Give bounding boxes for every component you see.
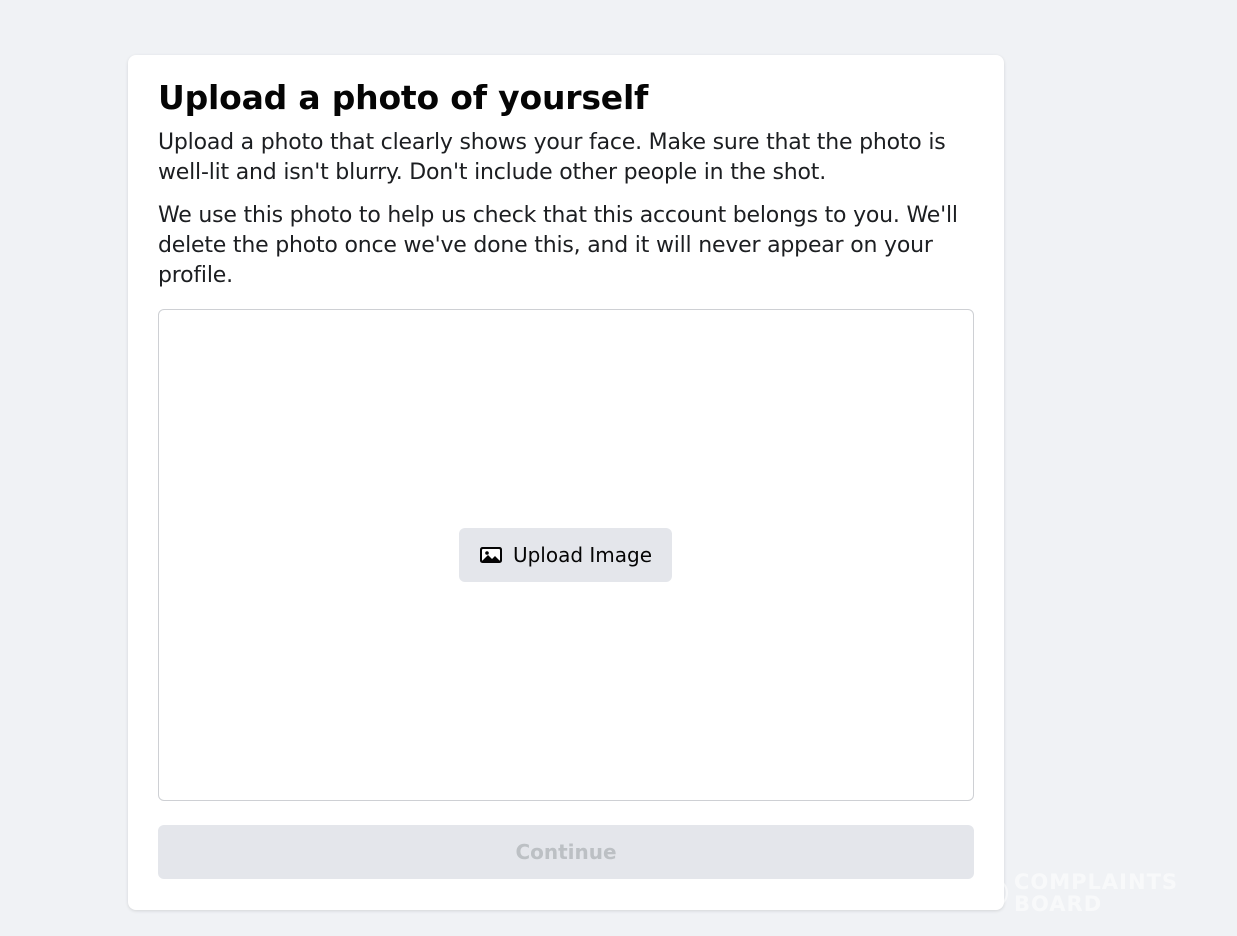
watermark-text: COMPLAINTS BOARD [1014, 871, 1178, 915]
page-title: Upload a photo of yourself [158, 78, 649, 117]
image-icon [479, 546, 503, 564]
watermark-line-2: BOARD [1014, 892, 1103, 916]
instructions-text: Upload a photo that clearly shows your f… [158, 130, 946, 185]
privacy-note-text: We use this photo to help us check that … [158, 203, 958, 288]
watermark-line-1: COMPLAINTS [1014, 870, 1179, 894]
watermark: COMPLAINTS BOARD [978, 868, 1193, 918]
upload-photo-card: Upload a photo of yourself Upload a phot… [128, 55, 1004, 910]
continue-button[interactable]: Continue [158, 825, 974, 879]
upload-image-label: Upload Image [512, 543, 653, 567]
upload-image-button[interactable]: Upload Image [459, 528, 672, 582]
photo-dropzone[interactable]: Upload Image [158, 309, 974, 801]
watermark-logo-icon [978, 878, 1008, 908]
